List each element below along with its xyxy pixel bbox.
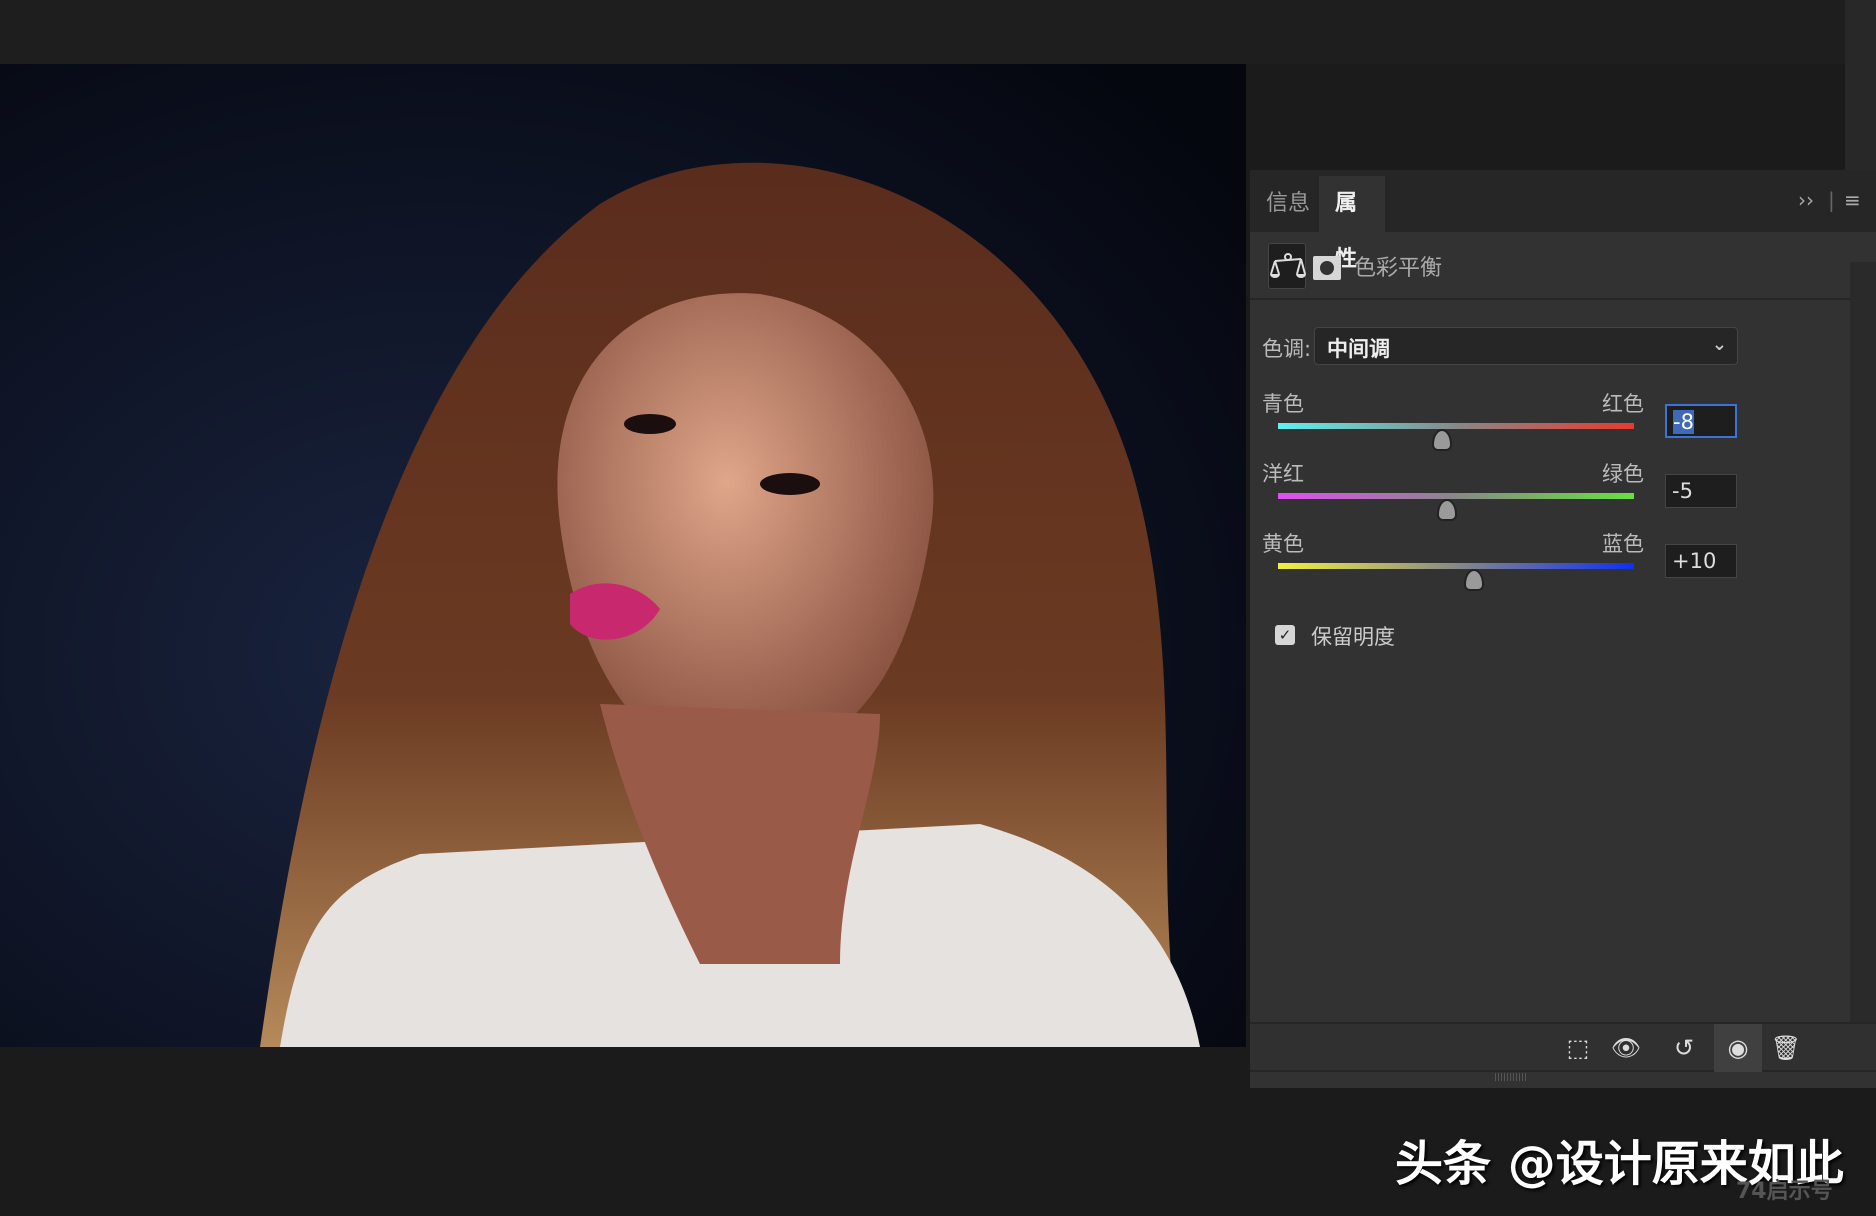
panel-menu-icon[interactable]: ≡: [1844, 188, 1861, 212]
layer-mask-icon[interactable]: [1313, 256, 1341, 280]
slider-left-label: 洋红: [1262, 462, 1304, 486]
preserve-luminosity-label: 保留明度: [1311, 625, 1395, 649]
preserve-luminosity-checkbox[interactable]: ✓: [1275, 625, 1295, 645]
collapse-icon[interactable]: ››: [1798, 188, 1814, 212]
properties-panel: 信息 属性 ›› | ≡ 色彩平衡 色调: 中间调 ⌄ 青色 红色 -8 洋红 绿色…: [1250, 170, 1876, 1088]
visibility-eye-icon[interactable]: ◉: [1714, 1024, 1762, 1072]
slider-left-label: 黄色: [1262, 532, 1304, 556]
view-previous-state-icon[interactable]: 👁: [1602, 1024, 1650, 1072]
tone-value: 中间调: [1327, 337, 1390, 361]
tone-label: 色调:: [1262, 337, 1312, 361]
slider-value-input[interactable]: -8: [1665, 404, 1737, 438]
panel-scrollbar[interactable]: [1850, 262, 1876, 1022]
trash-icon[interactable]: 🗑: [1762, 1024, 1810, 1072]
slider-track[interactable]: [1278, 563, 1634, 569]
slider-thumb[interactable]: [1431, 429, 1452, 451]
chevron-down-icon: ⌄: [1711, 334, 1727, 355]
panel-toolbar: ⬚ 👁 ↺ ◉ 🗑: [1250, 1022, 1876, 1072]
divider: |: [1828, 188, 1835, 212]
portrait-photo: [0, 64, 1246, 1047]
document-canvas[interactable]: [0, 64, 1246, 1047]
watermark-sub: 74启示号: [1736, 1179, 1833, 1204]
top-bar: [0, 0, 1876, 64]
slider-thumb[interactable]: [1437, 499, 1458, 521]
adjustment-title: 色彩平衡: [1354, 256, 1443, 281]
slider-left-label: 青色: [1262, 392, 1304, 416]
panel-tabs: 信息 属性 ›› | ≡: [1250, 170, 1876, 272]
tab-info[interactable]: 信息: [1250, 176, 1326, 232]
slider-right-label: 蓝色: [1602, 532, 1644, 556]
dock-strip: [1845, 0, 1876, 170]
slider-track[interactable]: [1278, 493, 1634, 499]
resize-grip[interactable]: [1495, 1073, 1527, 1081]
clip-to-layer-icon[interactable]: ⬚: [1554, 1024, 1602, 1072]
balance-scale-icon[interactable]: [1268, 243, 1306, 289]
slider-value-input[interactable]: -5: [1665, 474, 1737, 508]
slider-track[interactable]: [1278, 423, 1634, 429]
adjustment-header: 色彩平衡: [1250, 232, 1876, 300]
slider-value-input[interactable]: +10: [1665, 544, 1737, 578]
slider-right-label: 红色: [1602, 392, 1644, 416]
tone-select[interactable]: 中间调 ⌄: [1314, 327, 1738, 365]
slider-right-label: 绿色: [1602, 462, 1644, 486]
reset-icon[interactable]: ↺: [1660, 1024, 1708, 1072]
slider-thumb[interactable]: [1463, 569, 1484, 591]
tab-properties[interactable]: 属性: [1319, 176, 1385, 272]
